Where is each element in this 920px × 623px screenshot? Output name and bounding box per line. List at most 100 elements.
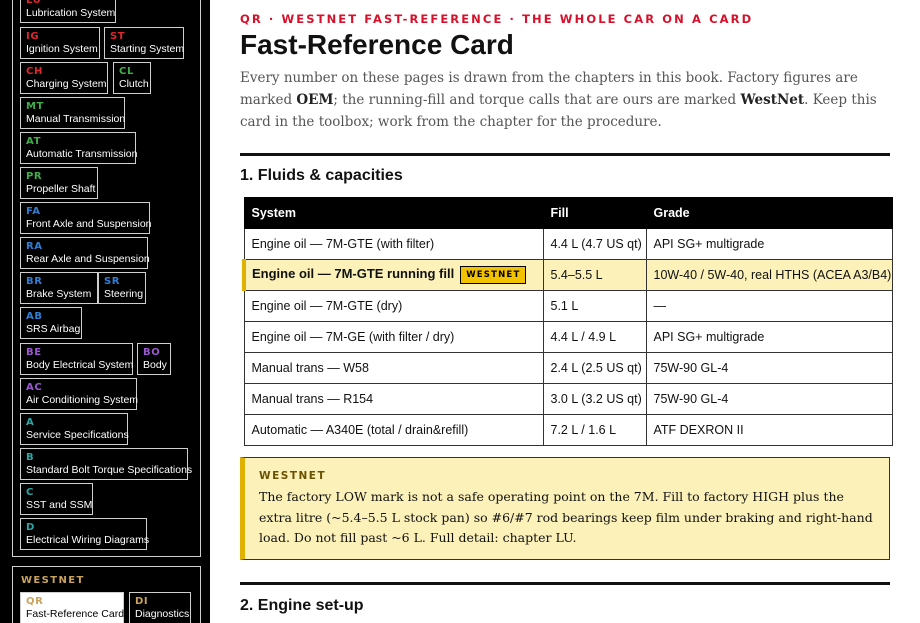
system-cell: Engine oil — 7M-GTE running fill WESTNET (242, 259, 544, 291)
fill-cell-text: 5.1 L (550, 299, 579, 313)
system-cell-text: Engine oil — 7M-GTE (dry) (251, 299, 403, 313)
chapter-ra-link[interactable]: RA Rear Axle and Suspension (20, 237, 150, 269)
grade-cell-text: 75W-90 GL-4 (653, 392, 729, 406)
system-cell: Automatic — A340E (total / drain&refill) (243, 414, 544, 446)
chapter-label: Steering (104, 288, 144, 300)
chapter-label: Fast-Reference Card (26, 608, 125, 620)
grade-cell: 75W-90 GL-4 (645, 383, 893, 415)
chapter-fa-link[interactable]: FA Front Axle and Suspension (20, 202, 152, 234)
chapter-label: Lubrication System (26, 7, 116, 19)
system-cell-text: Manual trans — R154 (251, 392, 374, 406)
chapter-code: BE (26, 347, 42, 358)
table-row: Engine oil — 7M-GTE running fill WESTNET 5… (242, 259, 893, 291)
chapter-lu-link[interactable]: LU Lubrication System (20, 0, 116, 23)
page-title: Fast-Reference Card (240, 29, 514, 60)
chapter-code: PR (26, 171, 43, 182)
fill-cell: 5.4–5.5 L (542, 259, 647, 291)
system-cell: Engine oil — 7M-GTE (dry) (243, 290, 544, 322)
table-row: Engine oil — 7M-GTE (dry) 5.1 L — (243, 290, 893, 322)
grade-cell-text: — (653, 299, 667, 313)
chapter-label: Service Specifications (26, 429, 129, 441)
fill-cell-text: 5.4–5.5 L (550, 268, 603, 282)
chapter-code: CL (119, 66, 134, 77)
table-row: Engine oil — 7M-GTE (with filter) 4.4 L (… (243, 228, 893, 260)
chapter-mt-link[interactable]: MT Manual Transmission (20, 97, 125, 129)
chapter-at-link[interactable]: AT Automatic Transmission (20, 132, 138, 164)
chapter-br-link[interactable]: BR Brake System (20, 272, 98, 304)
chapter-st-link[interactable]: ST Starting System (104, 27, 184, 59)
chapter-code: LU (26, 0, 42, 6)
fill-cell-text: 3.0 L (3.2 US qt) (550, 392, 642, 406)
chapter-label: Starting System (110, 43, 185, 55)
chapter-ab-link[interactable]: AB SRS Airbag (20, 307, 82, 339)
chapter-code: ST (110, 31, 126, 42)
table-row: Manual trans — W58 2.4 L (2.5 US qt) 75W-9… (243, 352, 893, 384)
chapter-label: Automatic Transmission (26, 148, 138, 160)
westnet-note: WESTNET The factory LOW mark is not a sa… (240, 457, 890, 560)
chapter-code: BO (143, 347, 161, 358)
chapter-label: SRS Airbag (26, 323, 81, 335)
chapter-bo-link[interactable]: BO Body (137, 343, 171, 375)
chapter-ac-link[interactable]: AC Air Conditioning System (20, 378, 139, 410)
fill-cell-text: 4.4 L / 4.9 L (550, 330, 617, 344)
chapter-code: D (26, 522, 35, 533)
chapter-code: C (26, 487, 34, 498)
note-text: The factory LOW mark is not a safe opera… (259, 489, 873, 545)
chapter-code: IG (26, 31, 40, 42)
fill-cell: 3.0 L (3.2 US qt) (542, 383, 647, 415)
section-divider (240, 582, 890, 585)
chapter-code: QR (26, 596, 44, 607)
fill-cell: 4.4 L / 4.9 L (542, 321, 647, 353)
column-header-fill: Fill (542, 197, 647, 229)
chapter-ch-link[interactable]: CH Charging System (20, 62, 108, 94)
intro-text-2: ; the running-fill and torque calls that… (333, 92, 741, 108)
westnet-badge: WESTNET (460, 266, 527, 284)
system-cell-text: Manual trans — W58 (251, 361, 369, 375)
chapter-qr-link[interactable]: QR Fast-Reference Card (20, 592, 124, 623)
chapter-c-link[interactable]: C SST and SSM (20, 483, 93, 515)
chapter-be-link[interactable]: BE Body Electrical System (20, 343, 133, 375)
chapter-code: AC (26, 382, 43, 393)
fluids-table: System Fill Grade Engine oil — 7M-GTE (w… (242, 197, 893, 446)
chapter-pr-link[interactable]: PR Propeller Shaft (20, 167, 98, 199)
chapter-label: Electrical Wiring Diagrams (26, 534, 150, 546)
chapter-label: Body Electrical System (26, 359, 134, 371)
chapter-code: DI (135, 596, 149, 607)
chapter-cl-link[interactable]: CL Clutch (113, 62, 151, 94)
fill-cell: 5.1 L (542, 290, 647, 322)
grade-cell: API SG+ multigrade (645, 228, 893, 260)
chapter-sr-link[interactable]: SR Steering (98, 272, 146, 304)
chapter-label: Charging System (26, 78, 107, 90)
chapter-code: B (26, 452, 35, 463)
grade-cell-text: 75W-90 GL-4 (653, 361, 729, 375)
fill-cell-text: 4.4 L (4.7 US qt) (550, 237, 642, 251)
grade-cell: — (645, 290, 893, 322)
chapter-code: A (26, 417, 35, 428)
chapter-a-link[interactable]: A Service Specifications (20, 413, 129, 445)
chapter-d-link[interactable]: D Electrical Wiring Diagrams (20, 518, 150, 550)
fluids-table-body: Engine oil — 7M-GTE (with filter) 4.4 L (… (242, 228, 893, 446)
chapter-label: SST and SSM (26, 499, 93, 511)
chapter-b-link[interactable]: B Standard Bolt Torque Specifications (20, 448, 192, 480)
chapter-label: Propeller Shaft (26, 183, 96, 195)
column-header-system: System (243, 197, 544, 229)
chapter-code: AB (26, 311, 43, 322)
fill-cell: 2.4 L (2.5 US qt) (542, 352, 647, 384)
chapter-ig-link[interactable]: IG Ignition System (20, 27, 100, 59)
intro-oem-mark: OEM (296, 92, 334, 108)
note-title: WESTNET (259, 470, 327, 482)
fill-cell-text: 7.2 L / 1.6 L (550, 423, 617, 437)
system-cell: Engine oil — 7M-GTE (with filter) (243, 228, 544, 260)
intro-paragraph: Every number on these pages is drawn fro… (240, 67, 890, 133)
grade-cell-text: ATF DEXRON II (653, 423, 744, 437)
chapter-di-link[interactable]: DI Diagnostics (129, 592, 191, 623)
page-kicker: QR · WESTNET FAST-REFERENCE · THE WHOLE … (240, 12, 754, 26)
chapter-label: Air Conditioning System (26, 394, 139, 406)
westnet-heading: WESTNET (21, 575, 85, 586)
grade-cell: 10W-40 / 5W-40, real HTHS (ACEA A3/B4) (645, 259, 893, 291)
grade-cell-text: 10W-40 / 5W-40, real HTHS (ACEA A3/B4) (653, 268, 892, 282)
chapter-label: Manual Transmission (26, 113, 126, 125)
chapter-label: Front Axle and Suspension (26, 218, 152, 230)
system-cell-text: Engine oil — 7M-GTE (with filter) (251, 237, 435, 251)
table-row: Automatic — A340E (total / drain&refill)… (243, 414, 893, 446)
